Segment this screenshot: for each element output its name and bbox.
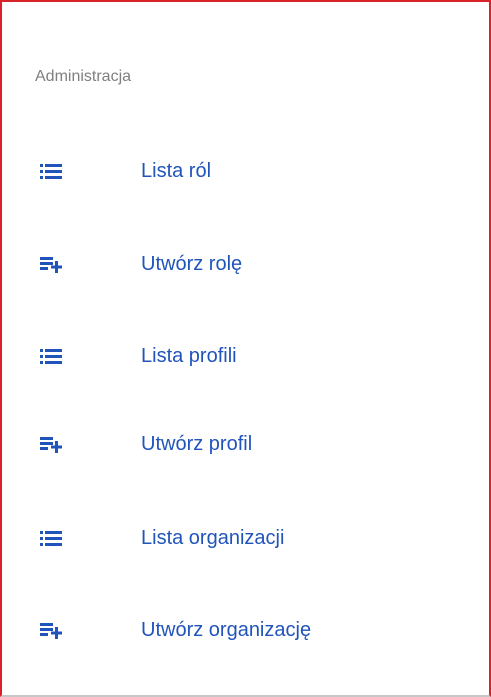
menu-item-label: Lista profili bbox=[141, 345, 237, 367]
window-frame: Administracja Lista ról Utwórz rolę List… bbox=[0, 0, 491, 697]
menu-item-utworz-profil[interactable]: Utwórz profil bbox=[2, 421, 489, 467]
playlist-add-icon bbox=[40, 255, 62, 273]
menu-item-label: Utwórz organizację bbox=[141, 619, 312, 641]
playlist-add-icon bbox=[40, 621, 62, 639]
admin-menu-panel: Administracja Lista ról Utwórz rolę List… bbox=[2, 2, 489, 695]
menu-item-lista-profili[interactable]: Lista profili bbox=[2, 333, 489, 379]
menu-item-label: Utwórz rolę bbox=[141, 253, 243, 275]
menu-item-label: Utwórz profil bbox=[141, 433, 253, 455]
menu-item-utworz-organizacje[interactable]: Utwórz organizację bbox=[2, 607, 489, 653]
playlist-add-icon bbox=[40, 435, 62, 453]
menu-item-utworz-role[interactable]: Utwórz rolę bbox=[2, 241, 489, 287]
menu-item-lista-rol[interactable]: Lista ról bbox=[2, 148, 489, 194]
list-icon bbox=[40, 529, 62, 547]
menu-item-label: Lista organizacji bbox=[141, 527, 285, 549]
menu-item-lista-organizacji[interactable]: Lista organizacji bbox=[2, 515, 489, 561]
menu-item-label: Lista ról bbox=[141, 160, 212, 182]
list-icon bbox=[40, 162, 62, 180]
list-icon bbox=[40, 347, 62, 365]
section-header-administracja: Administracja bbox=[35, 68, 132, 85]
